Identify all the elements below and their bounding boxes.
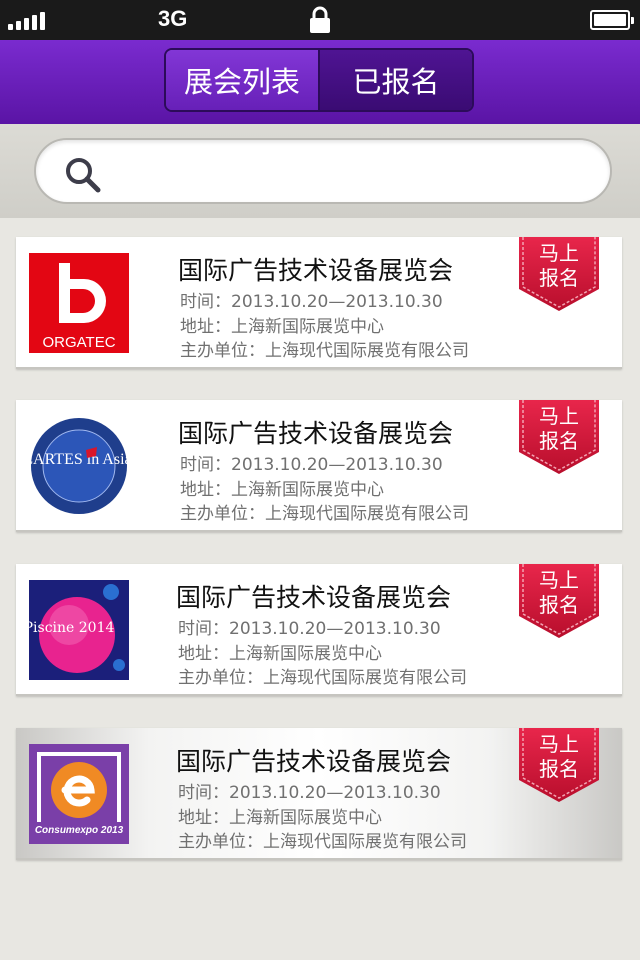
- tab-exhibition-list[interactable]: 展会列表: [166, 50, 320, 110]
- register-now-button[interactable]: 马上 报名: [519, 728, 599, 804]
- register-label-line2: 报名: [539, 266, 579, 290]
- register-label-line2: 报名: [539, 429, 579, 453]
- battery-icon: [590, 10, 634, 30]
- exhibition-title: 国际广告技术设备展览会: [178, 419, 454, 448]
- exhibition-card[interactable]: CARTES in Asia 国际广告技术设备展览会 时间：2013.10.20…: [16, 400, 622, 532]
- logo-text: Piscine 2014: [29, 620, 114, 636]
- lock-icon: [310, 6, 330, 33]
- signal-bars-icon: [8, 10, 45, 30]
- search-box[interactable]: [34, 138, 612, 204]
- network-type: 3G: [158, 6, 188, 31]
- header: 展会列表 已报名: [0, 40, 640, 124]
- exhibition-time: 时间：2013.10.20—2013.10.30: [178, 619, 441, 639]
- exhibition-title: 国际广告技术设备展览会: [176, 583, 452, 612]
- consumexpo-logo: Consumexpo 2013: [29, 744, 129, 844]
- register-now-button[interactable]: 马上 报名: [519, 400, 599, 476]
- register-label-line1: 马上: [539, 568, 579, 592]
- register-label-line1: 马上: [539, 241, 579, 265]
- register-label-line1: 马上: [539, 404, 579, 428]
- exhibition-card[interactable]: Piscine 2014 国际广告技术设备展览会 时间：2013.10.20—2…: [16, 564, 622, 696]
- exhibition-time: 时间：2013.10.20—2013.10.30: [180, 292, 443, 312]
- search-icon[interactable]: [64, 156, 102, 194]
- exhibition-host: 主办单位：上海现代国际展览有限公司: [178, 668, 467, 688]
- register-label-line1: 马上: [539, 732, 579, 756]
- exhibition-time: 时间：2013.10.20—2013.10.30: [180, 455, 443, 475]
- status-bar: 3G: [0, 0, 640, 40]
- segmented-control: 展会列表 已报名: [164, 48, 474, 112]
- logo-text: CARTES in Asia: [29, 451, 129, 468]
- exhibition-address: 地址：上海新国际展览中心: [180, 317, 384, 337]
- exhibition-time: 时间：2013.10.20—2013.10.30: [178, 783, 441, 803]
- register-now-button[interactable]: 马上 报名: [519, 237, 599, 313]
- exhibition-address: 地址：上海新国际展览中心: [178, 808, 382, 828]
- search-input[interactable]: [116, 150, 586, 194]
- tab-registered[interactable]: 已报名: [320, 50, 472, 110]
- exhibition-card-selected[interactable]: Consumexpo 2013 国际广告技术设备展览会 时间：2013.10.2…: [16, 728, 622, 860]
- piscine-logo: Piscine 2014: [29, 580, 129, 680]
- logo-text: Consumexpo 2013: [35, 825, 124, 836]
- exhibition-address: 地址：上海新国际展览中心: [178, 644, 382, 664]
- exhibition-title: 国际广告技术设备展览会: [176, 747, 452, 776]
- logo-text: ORGATEC: [42, 334, 115, 351]
- exhibition-card[interactable]: ORGATEC 国际广告技术设备展览会 时间：2013.10.20—2013.1…: [16, 237, 622, 369]
- search-bar: [0, 124, 640, 218]
- exhibition-host: 主办单位：上海现代国际展览有限公司: [178, 832, 467, 852]
- exhibition-title: 国际广告技术设备展览会: [178, 256, 454, 285]
- cartes-in-asia-logo: CARTES in Asia: [29, 416, 129, 516]
- exhibition-address: 地址：上海新国际展览中心: [180, 480, 384, 500]
- exhibition-host: 主办单位：上海现代国际展览有限公司: [180, 504, 469, 524]
- register-label-line2: 报名: [539, 593, 579, 617]
- register-label-line2: 报名: [539, 757, 579, 781]
- exhibition-host: 主办单位：上海现代国际展览有限公司: [180, 341, 469, 361]
- register-now-button[interactable]: 马上 报名: [519, 564, 599, 640]
- orgatec-logo: ORGATEC: [29, 253, 129, 353]
